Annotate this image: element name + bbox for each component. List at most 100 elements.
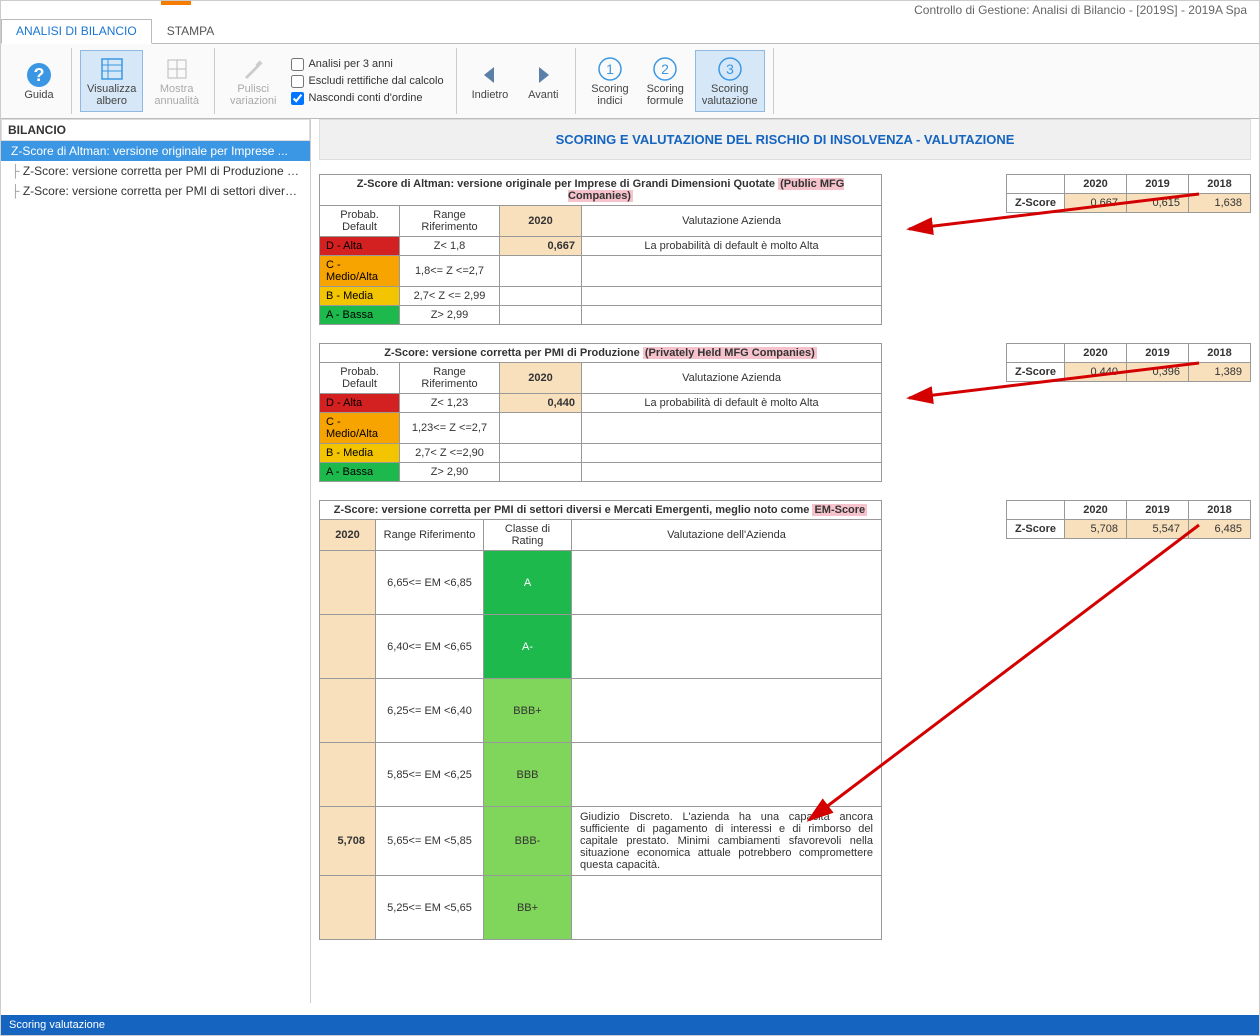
range-cell: Z> 2,99 xyxy=(400,306,500,325)
brush-icon xyxy=(239,55,267,83)
pulisci-variazioni-button[interactable]: Pulisci variazioni xyxy=(223,50,283,112)
scoring-indici-button[interactable]: 1 Scoring indici xyxy=(584,50,635,112)
rating-cell: BB+ xyxy=(484,876,572,940)
mostra-annualita-button[interactable]: Mostra annualità xyxy=(147,50,206,112)
value-cell xyxy=(500,256,582,287)
year-cell xyxy=(320,743,376,807)
indietro-button[interactable]: Indietro xyxy=(465,56,516,106)
eval-cell: Giudizio Discreto. L'azienda ha una capa… xyxy=(572,807,882,876)
prob-cell: D - Alta xyxy=(320,394,400,413)
prob-cell: A - Bassa xyxy=(320,463,400,482)
tab-analisi[interactable]: ANALISI DI BILANCIO xyxy=(1,19,152,44)
range-cell: Z< 1,8 xyxy=(400,237,500,256)
tree-item-zscore-pmi-prod[interactable]: Z-Score: versione corretta per PMI di Pr… xyxy=(1,161,310,181)
value-cell xyxy=(500,444,582,463)
prob-cell: D - Alta xyxy=(320,237,400,256)
scoring-formule-button[interactable]: 2 Scoring formule xyxy=(640,50,691,112)
eval-cell xyxy=(582,256,882,287)
year-cell xyxy=(320,876,376,940)
year-cell: 5,708 xyxy=(320,807,376,876)
window-title: Controllo di Gestione: Analisi di Bilanc… xyxy=(1,1,1259,19)
eval-cell xyxy=(582,463,882,482)
table-em-score: Z-Score: versione corretta per PMI di se… xyxy=(319,500,882,940)
value-cell: 0,667 xyxy=(500,237,582,256)
value-cell xyxy=(500,463,582,482)
sidebar: BILANCIO Z-Score di Altman: versione ori… xyxy=(1,119,311,1003)
year-cell xyxy=(320,615,376,679)
eval-cell xyxy=(572,679,882,743)
year-cell xyxy=(320,679,376,743)
value-cell xyxy=(500,306,582,325)
tree-item-zscore-altman[interactable]: Z-Score di Altman: versione originale pe… xyxy=(1,141,310,161)
block-zscore-pmi-prod: Z-Score: versione corretta per PMI di Pr… xyxy=(319,343,1251,482)
value-cell xyxy=(500,287,582,306)
svg-text:1: 1 xyxy=(606,61,614,77)
ribbon-tabs: ANALISI DI BILANCIO STAMPA xyxy=(1,19,1259,44)
help-icon: ? xyxy=(25,61,53,89)
svg-text:2: 2 xyxy=(661,61,669,77)
page-title: SCORING E VALUTAZIONE DEL RISCHIO DI INS… xyxy=(319,119,1251,160)
prob-cell: C - Medio/Alta xyxy=(320,413,400,444)
block-em-score: Z-Score: versione corretta per PMI di se… xyxy=(319,500,1251,940)
forward-icon xyxy=(529,61,557,89)
chk-nascondi-conti[interactable]: Nascondi conti d'ordine xyxy=(291,92,443,105)
chk-escludi-rettifiche[interactable]: Escludi rettifiche dal calcolo xyxy=(291,75,443,88)
eval-cell xyxy=(582,413,882,444)
eval-cell xyxy=(572,743,882,807)
side-table-3: 202020192018 Z-Score5,7085,5476,485 xyxy=(1006,500,1251,539)
range-cell: 1,23<= Z <=2,7 xyxy=(400,413,500,444)
range-cell: 5,65<= EM <5,85 xyxy=(376,807,484,876)
grid-icon xyxy=(163,55,191,83)
tree-item-zscore-pmi-diversi[interactable]: Z-Score: versione corretta per PMI di se… xyxy=(1,181,310,201)
eval-cell: La probabilità di default è molto Alta xyxy=(582,394,882,413)
range-cell: 2,7< Z <=2,90 xyxy=(400,444,500,463)
range-cell: 1,8<= Z <=2,7 xyxy=(400,256,500,287)
range-cell: 6,25<= EM <6,40 xyxy=(376,679,484,743)
range-cell: Z< 1,23 xyxy=(400,394,500,413)
sidebar-head: BILANCIO xyxy=(1,119,310,141)
rating-cell: A xyxy=(484,551,572,615)
eval-cell xyxy=(572,551,882,615)
range-cell: 6,40<= EM <6,65 xyxy=(376,615,484,679)
circle-3-icon: 3 xyxy=(716,55,744,83)
rating-cell: BBB- xyxy=(484,807,572,876)
eval-cell: La probabilità di default è molto Alta xyxy=(582,237,882,256)
scoring-valutazione-button[interactable]: 3 Scoring valutazione xyxy=(695,50,765,112)
eval-cell xyxy=(582,306,882,325)
range-cell: Z> 2,90 xyxy=(400,463,500,482)
tab-stampa[interactable]: STAMPA xyxy=(152,19,230,43)
block-zscore-altman: Z-Score di Altman: versione originale pe… xyxy=(319,174,1251,325)
prob-cell: B - Media xyxy=(320,444,400,463)
range-cell: 5,85<= EM <6,25 xyxy=(376,743,484,807)
circle-2-icon: 2 xyxy=(651,55,679,83)
status-bar: Scoring valutazione xyxy=(1,1015,1259,1035)
circle-1-icon: 1 xyxy=(596,55,624,83)
visualizza-albero-button[interactable]: Visualizza albero xyxy=(80,50,143,112)
prob-cell: A - Bassa xyxy=(320,306,400,325)
table-zscore-altman: Z-Score di Altman: versione originale pe… xyxy=(319,174,882,325)
ribbon: ? Guida Visualizza albero Mostra annuali… xyxy=(1,44,1259,119)
table-zscore-pmi-prod: Z-Score: versione corretta per PMI di Pr… xyxy=(319,343,882,482)
svg-text:?: ? xyxy=(34,65,45,85)
range-cell: 6,65<= EM <6,85 xyxy=(376,551,484,615)
side-table-2: 202020192018 Z-Score0,4400,3961,389 xyxy=(1006,343,1251,382)
prob-cell: B - Media xyxy=(320,287,400,306)
rating-cell: BBB+ xyxy=(484,679,572,743)
eval-cell xyxy=(582,444,882,463)
content-area: SCORING E VALUTAZIONE DEL RISCHIO DI INS… xyxy=(311,119,1259,1003)
eval-cell xyxy=(572,615,882,679)
side-table-1: 202020192018 Z-Score0,6670,6151,638 xyxy=(1006,174,1251,213)
guida-button[interactable]: ? Guida xyxy=(15,56,63,106)
range-cell: 2,7< Z <= 2,99 xyxy=(400,287,500,306)
avanti-button[interactable]: Avanti xyxy=(519,56,567,106)
value-cell xyxy=(500,413,582,444)
year-cell xyxy=(320,551,376,615)
eval-cell xyxy=(582,287,882,306)
value-cell: 0,440 xyxy=(500,394,582,413)
chk-analisi-3anni[interactable]: Analisi per 3 anni xyxy=(291,58,443,71)
back-icon xyxy=(476,61,504,89)
eval-cell xyxy=(572,876,882,940)
rating-cell: A- xyxy=(484,615,572,679)
range-cell: 5,25<= EM <5,65 xyxy=(376,876,484,940)
tree-icon xyxy=(98,55,126,83)
